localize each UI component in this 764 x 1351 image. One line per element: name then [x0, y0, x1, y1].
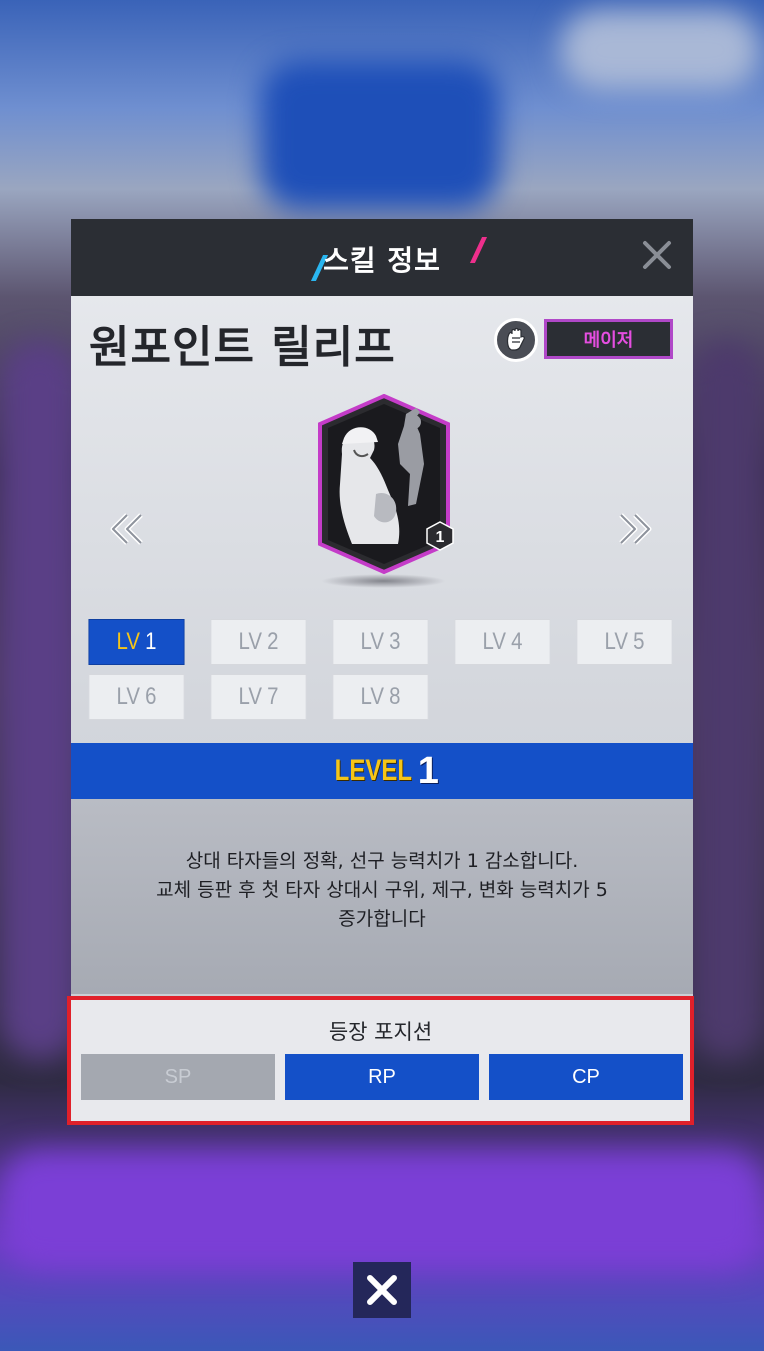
bg-blob	[0, 340, 80, 1060]
level-tab-prefix: LV	[238, 683, 262, 710]
level-tab-prefix: LV	[482, 628, 506, 655]
level-tab-3[interactable]: LV 3	[332, 619, 429, 665]
level-tab-prefix: LV	[116, 683, 140, 710]
bg-blob	[260, 60, 500, 210]
level-tab-number: 2	[267, 628, 279, 655]
bg-blob	[690, 340, 764, 1060]
level-tab-number: 8	[389, 683, 401, 710]
chevron-double-left-icon[interactable]	[107, 509, 147, 549]
level-bar-label: LEVEL	[334, 754, 413, 787]
level-tab-1[interactable]: LV 1	[88, 619, 185, 665]
category-badge: 메이저	[544, 319, 673, 359]
level-tab-prefix: LV	[238, 628, 262, 655]
card-level-number: 1	[436, 529, 445, 546]
chevron-double-right-icon[interactable]	[615, 509, 655, 549]
dialog-header: 스킬 정보	[71, 219, 693, 296]
skill-name: 원포인트 릴리프	[89, 322, 396, 373]
dialog-title: 스킬 정보	[323, 244, 441, 277]
close-icon	[367, 1275, 397, 1305]
level-tab-number: 3	[389, 628, 401, 655]
skill-info-dialog: 스킬 정보 원포인트 릴리프 메이저 1 LV 1 LV 2 LV 3 LV 4…	[71, 219, 693, 1124]
bottom-close-button[interactable]	[353, 1262, 411, 1318]
level-bar-number: 1	[417, 749, 439, 792]
skill-description: 상대 타자들의 정확, 선구 능력치가 1 감소합니다. 교체 등판 후 첫 타…	[156, 850, 608, 930]
level-tab-prefix: LV	[116, 628, 140, 655]
glove-icon	[494, 318, 538, 362]
level-tab-number: 7	[267, 683, 279, 710]
level-tab-6[interactable]: LV 6	[88, 674, 185, 720]
position-rp-button[interactable]: RP	[285, 1054, 479, 1100]
close-icon[interactable]	[639, 237, 675, 273]
level-tab-number: 4	[511, 628, 523, 655]
level-tab-prefix: LV	[604, 628, 628, 655]
level-tab-prefix: LV	[360, 683, 384, 710]
position-sp-button[interactable]: SP	[81, 1054, 275, 1100]
bg-blob	[0, 1150, 764, 1270]
position-cp-button[interactable]: CP	[489, 1054, 683, 1100]
level-tab-8[interactable]: LV 8	[332, 674, 429, 720]
level-tab-number: 5	[633, 628, 645, 655]
level-bar: LEVEL 1	[71, 743, 693, 799]
level-tab-number: 1	[145, 628, 157, 655]
description-area: 상대 타자들의 정확, 선구 능력치가 1 감소합니다. 교체 등판 후 첫 타…	[71, 799, 693, 994]
bg-blob	[560, 10, 760, 90]
card-shadow	[321, 574, 446, 588]
card-level-badge: 1	[426, 521, 454, 551]
level-tab-2[interactable]: LV 2	[210, 619, 307, 665]
level-tab-number: 6	[145, 683, 157, 710]
level-tab-4[interactable]: LV 4	[454, 619, 551, 665]
level-tab-prefix: LV	[360, 628, 384, 655]
level-tab-5[interactable]: LV 5	[576, 619, 673, 665]
position-title: 등장 포지션	[328, 1020, 433, 1044]
level-tab-7[interactable]: LV 7	[210, 674, 307, 720]
position-section: 등장 포지션 SP RP CP	[67, 996, 694, 1125]
